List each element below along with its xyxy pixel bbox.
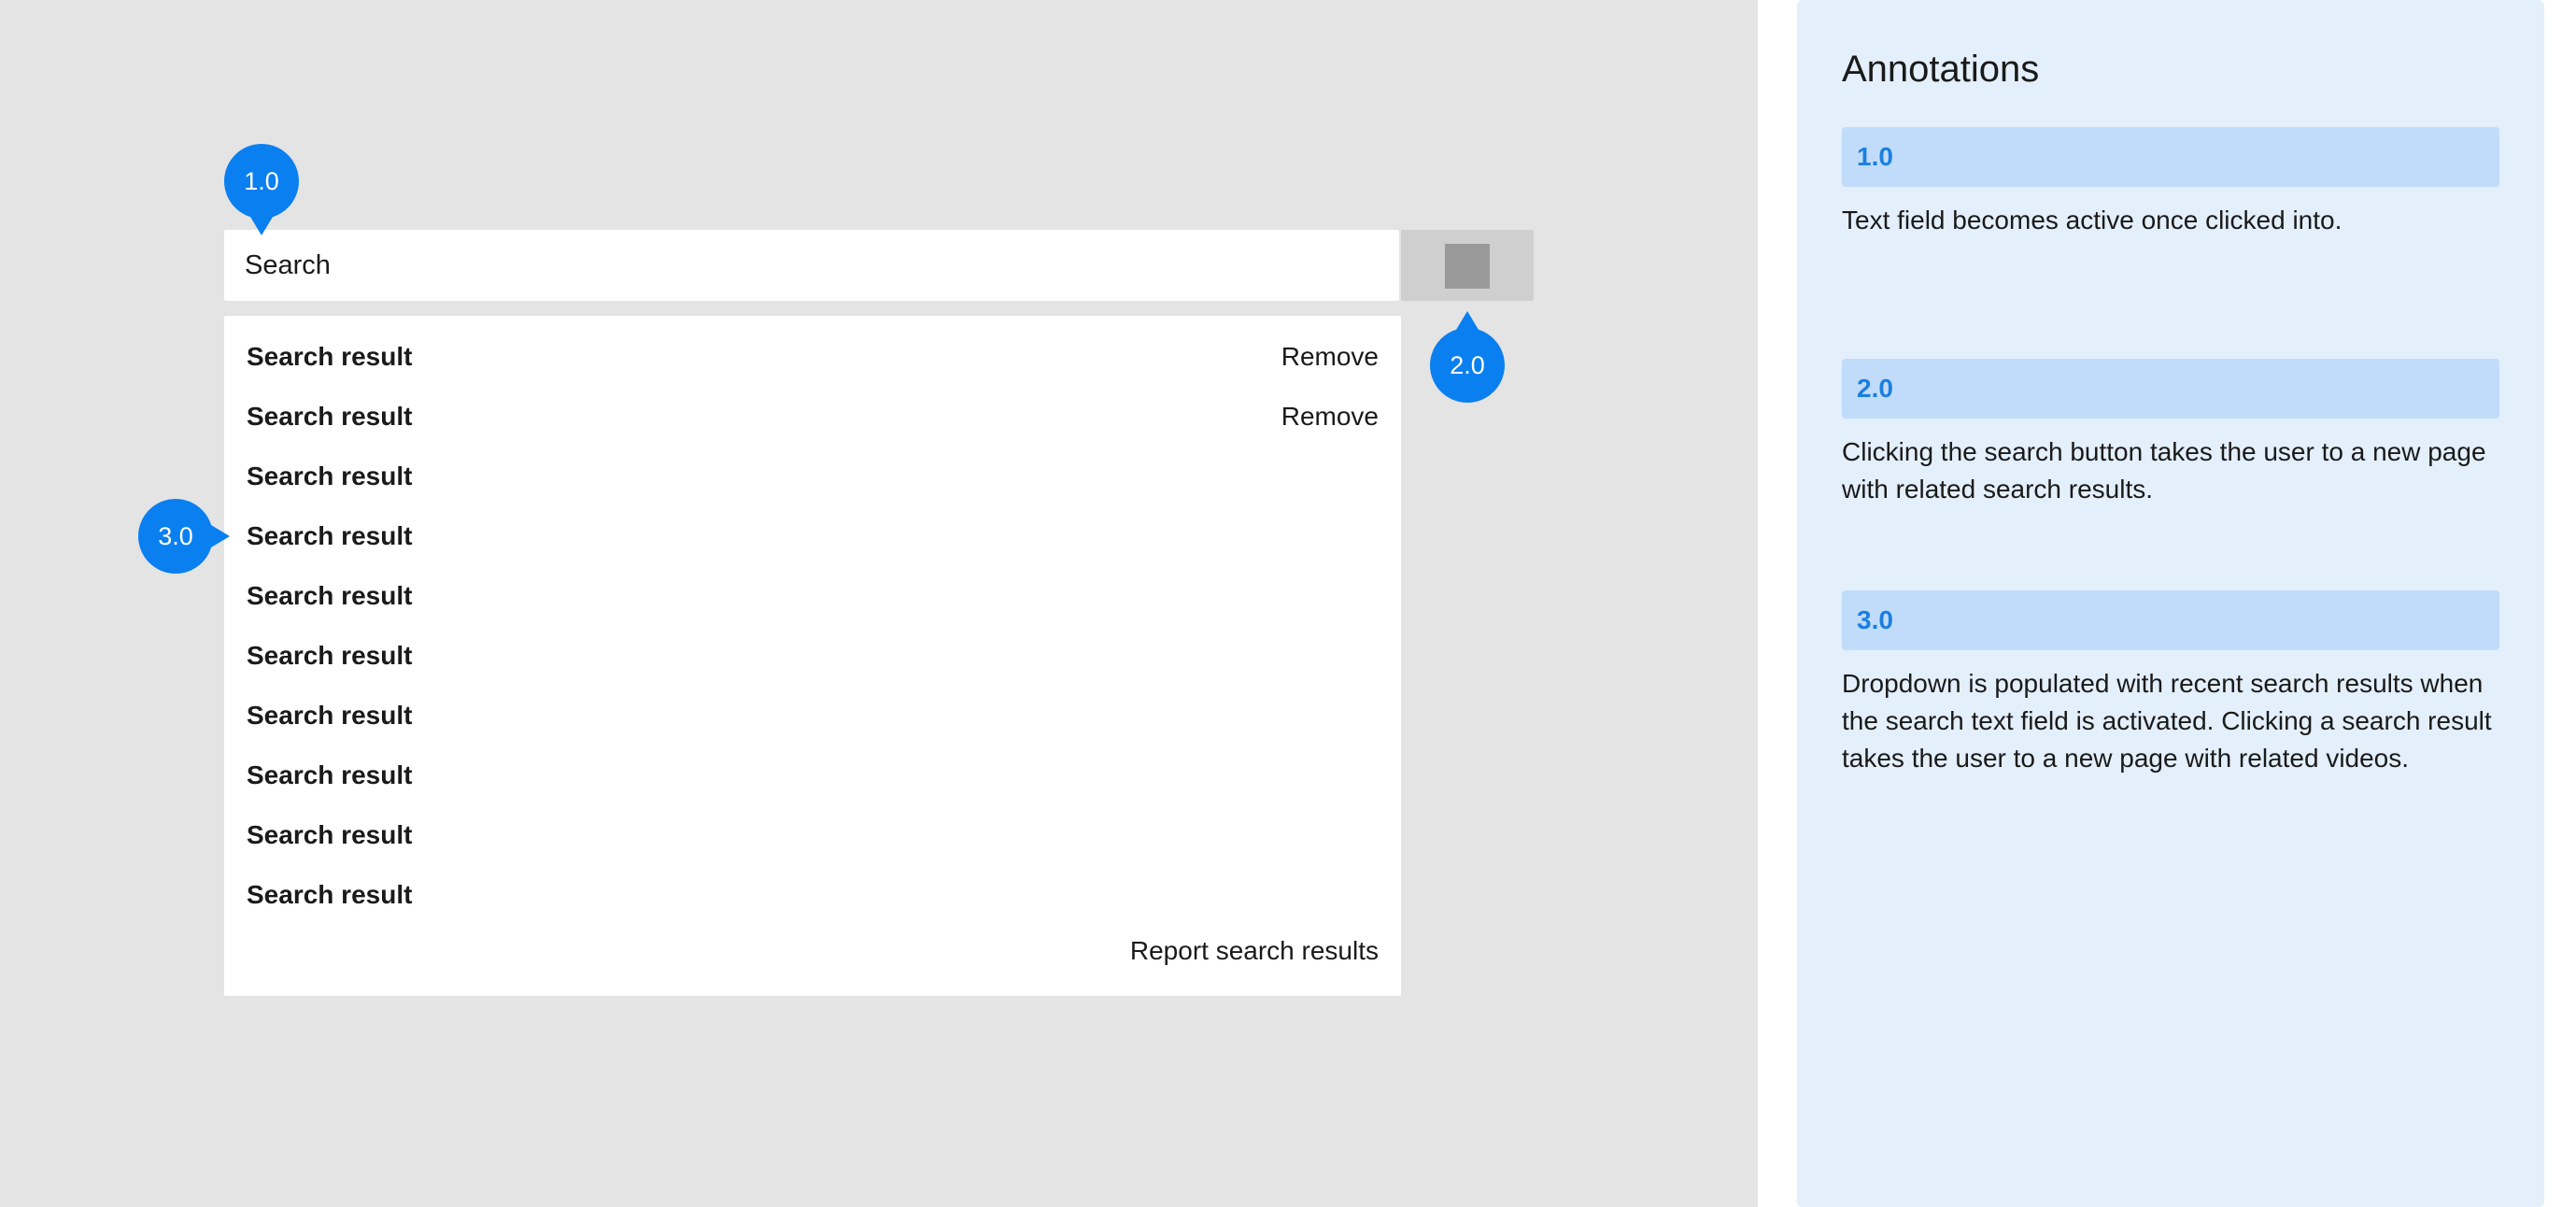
search-result-label: Search result <box>247 521 413 550</box>
search-result-item[interactable]: Search result <box>247 697 1379 734</box>
search-result-item[interactable]: Search result Remove <box>247 398 1379 435</box>
annotation-marker-3: 3.0 <box>138 499 230 574</box>
search-result-item[interactable]: Search result Remove <box>247 338 1379 376</box>
search-result-item[interactable]: Search result <box>247 757 1379 794</box>
annotation-tag: 3.0 <box>1842 590 2499 650</box>
remove-link[interactable]: Remove <box>1281 342 1379 372</box>
search-result-item[interactable]: Search result <box>247 518 1379 555</box>
annotations-panel: Annotations 1.0 Text field becomes activ… <box>1797 0 2544 1207</box>
annotation-text: Clicking the search button takes the use… <box>1842 437 2486 504</box>
search-result-label: Search result <box>247 402 413 431</box>
search-result-label: Search result <box>247 820 413 849</box>
annotation-text: Text field becomes active once clicked i… <box>1842 206 2342 234</box>
wireframe-canvas: Search Search result Remove Search resul… <box>0 0 1758 1207</box>
search-result-item[interactable]: Search result <box>247 876 1379 914</box>
search-button[interactable] <box>1401 230 1534 301</box>
panel-title: Annotations <box>1842 49 2040 90</box>
search-result-label: Search result <box>247 880 413 909</box>
search-button-icon <box>1445 244 1490 289</box>
search-result-label: Search result <box>247 760 413 789</box>
search-result-item[interactable]: Search result <box>247 577 1379 615</box>
search-result-label: Search result <box>247 701 413 730</box>
annotation-tag: 1.0 <box>1842 127 2499 187</box>
annotation-tag: 2.0 <box>1842 359 2499 419</box>
search-result-item[interactable]: Search result <box>247 637 1379 674</box>
annotation-marker-label: 3.0 <box>158 521 193 550</box>
search-result-item[interactable]: Search result <box>247 458 1379 495</box>
search-dropdown: Search result Remove Search result Remov… <box>224 316 1401 996</box>
search-result-label: Search result <box>247 581 413 610</box>
annotation-marker-2: 2.0 <box>1430 311 1505 403</box>
annotation-text: Dropdown is populated with recent search… <box>1842 669 2492 773</box>
search-result-label: Search result <box>247 462 413 490</box>
search-result-item[interactable]: Search result <box>247 816 1379 854</box>
annotation-marker-label: 1.0 <box>244 166 279 195</box>
annotation-marker-1: 1.0 <box>224 144 299 235</box>
search-input[interactable]: Search <box>224 230 1399 301</box>
annotation-marker-label: 2.0 <box>1450 350 1485 379</box>
remove-link[interactable]: Remove <box>1281 402 1379 432</box>
search-result-label: Search result <box>247 641 413 670</box>
search-placeholder: Search <box>245 249 331 280</box>
search-result-label: Search result <box>247 342 413 371</box>
report-search-results-link[interactable]: Report search results <box>1130 936 1379 966</box>
